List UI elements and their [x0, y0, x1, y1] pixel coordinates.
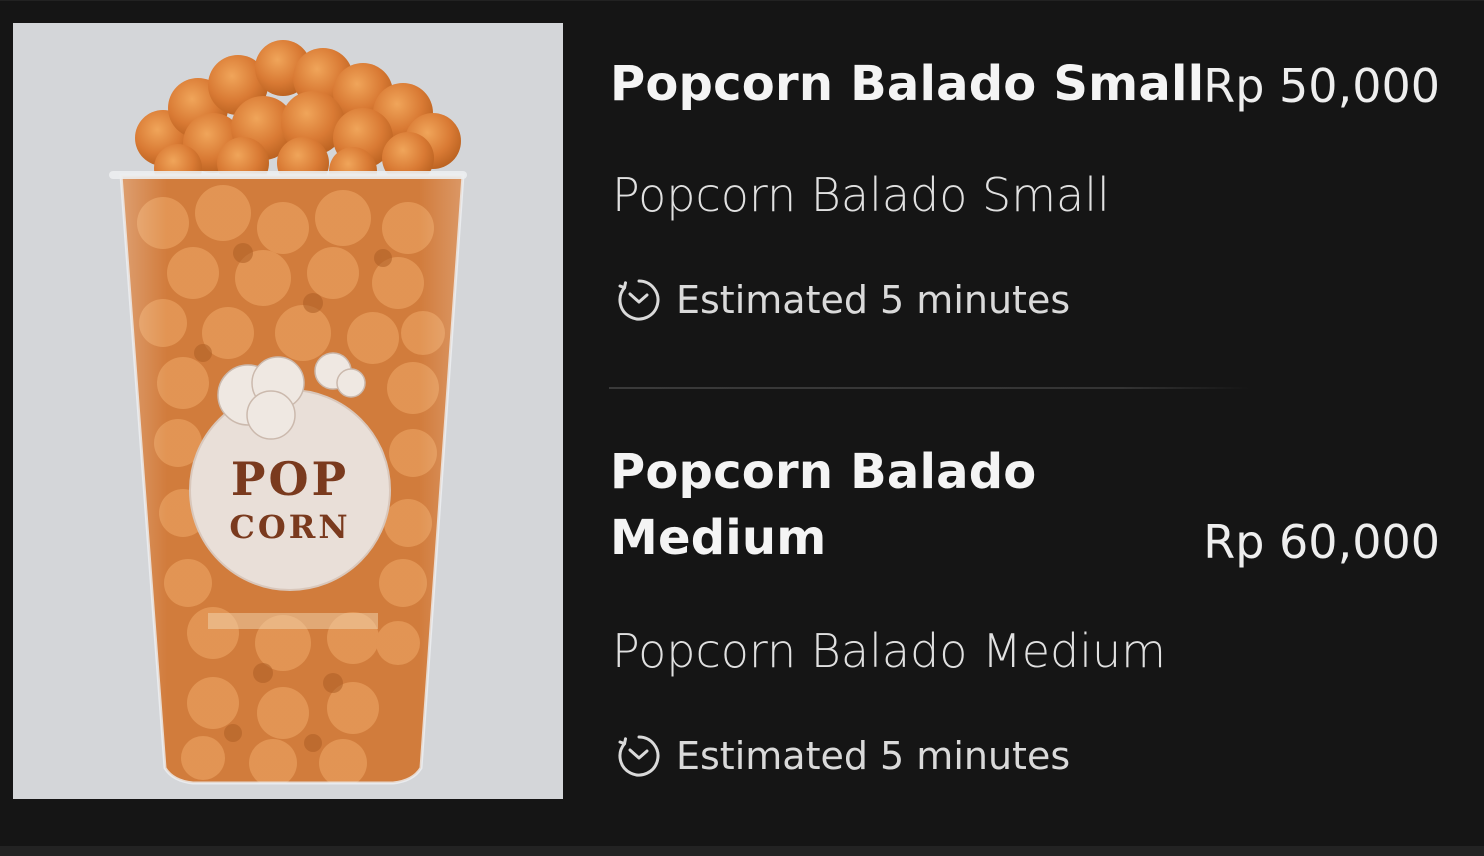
- item-eta: Estimated 5 minutes: [616, 731, 1070, 781]
- item-price: Rp 50,000: [1203, 59, 1440, 113]
- bottom-bar: [0, 846, 1484, 856]
- item-name: Popcorn Balado Small: [610, 56, 1205, 112]
- menu-screen: POP CORN Popcorn Balado Small Rp 50,000 …: [0, 0, 1484, 856]
- item-name: Popcorn Balado Medium: [610, 444, 1037, 566]
- clock-icon: [616, 277, 662, 323]
- item-price: Rp 60,000: [1203, 515, 1440, 569]
- cup-label-pop: POP: [231, 452, 349, 506]
- eta-text: Estimated 5 minutes: [676, 734, 1071, 778]
- divider: [609, 387, 1249, 389]
- eta-text: Estimated 5 minutes: [676, 278, 1071, 322]
- cup-label-corn: CORN: [229, 508, 350, 546]
- product-image: POP CORN: [13, 23, 563, 799]
- item-description: Popcorn Balado Small: [612, 168, 1110, 222]
- item-description: Popcorn Balado Medium: [612, 624, 1166, 678]
- item-eta: Estimated 5 minutes: [616, 275, 1070, 325]
- clock-icon: [616, 733, 662, 779]
